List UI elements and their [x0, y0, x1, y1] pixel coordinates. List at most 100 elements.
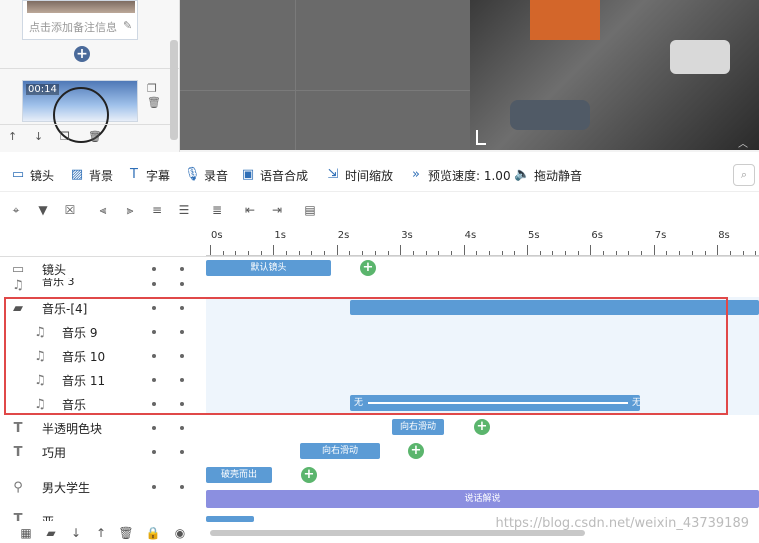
move-up-icon[interactable]: ↑	[8, 130, 17, 143]
car-shape	[510, 100, 590, 130]
ruler-label: 4s	[464, 230, 477, 241]
ruler-minor-tick	[349, 251, 351, 255]
preview-speed-button[interactable]: » 预览速度: 1.00	[408, 158, 511, 192]
duplicate-icon[interactable]: ❐	[60, 130, 70, 143]
distribute-icon[interactable]: ☰	[176, 202, 192, 218]
notes-icon[interactable]: ▤	[302, 202, 318, 218]
lens-button[interactable]: ▭ 镜头	[10, 158, 54, 192]
ruler-minor-tick	[387, 251, 389, 255]
tts-button[interactable]: ▣ 语音合成	[240, 158, 308, 192]
record-button[interactable]: 🎙 录音	[184, 158, 228, 192]
delete-icon[interactable]: 🗑	[147, 96, 161, 109]
align-center-icon[interactable]: ≡	[149, 202, 165, 218]
thumbnail-caption[interactable]: 点击添加备注信息	[29, 19, 117, 35]
ruler-minor-tick	[514, 251, 516, 255]
drag-mute-label: 拖动静音	[534, 168, 583, 183]
drag-mute-button[interactable]: 🔈 拖动静音	[514, 158, 582, 192]
add-keyframe-icon[interactable]: +	[360, 260, 376, 276]
subtitle-button[interactable]: T 字幕	[126, 158, 170, 192]
lock-icon[interactable]: 🔒	[145, 525, 161, 541]
slide-right-clip-2[interactable]: 向右滑动	[300, 443, 380, 459]
trash-icon[interactable]: 🗑	[88, 130, 102, 143]
align-left-icon[interactable]: ⫷	[95, 202, 111, 218]
background-button[interactable]: ▨ 背景	[69, 158, 113, 192]
thumbnail-image	[27, 1, 135, 13]
editor-canvas[interactable]	[180, 0, 470, 150]
shrink-icon[interactable]: ⇤	[242, 202, 258, 218]
search-icon[interactable]: ⌕	[733, 164, 755, 186]
visibility-dot[interactable]	[152, 485, 156, 489]
lock-dot[interactable]	[180, 485, 184, 489]
default-lens-clip[interactable]: 默认镜头	[206, 260, 331, 276]
track-male-student[interactable]: ⚲ 男大学生	[0, 467, 206, 507]
filter-icon[interactable]: ▼	[35, 202, 51, 218]
ruler-major-tick	[527, 245, 528, 255]
ruler-minor-tick	[742, 251, 744, 255]
align-right-icon[interactable]: ⫸	[122, 202, 138, 218]
ruler-minor-tick	[565, 251, 567, 255]
track-lens[interactable]: ▭ 镜头	[0, 259, 206, 279]
break-out-clip[interactable]: 破壳而出	[206, 467, 272, 483]
scene-thumbnail-2[interactable]: 00:14	[22, 80, 138, 143]
track-label: 男大学生	[42, 480, 91, 495]
track-partial[interactable]: T 亚	[0, 511, 206, 522]
visibility-dot[interactable]	[152, 426, 156, 430]
ruler-major-tick	[210, 245, 211, 255]
speak-clip[interactable]: 说话解说	[206, 490, 759, 508]
folder-icon[interactable]: ▰	[43, 525, 59, 541]
expand-icon[interactable]: ⇥	[269, 202, 285, 218]
lock-dot[interactable]	[180, 282, 184, 286]
time-ruler[interactable]: 0s 1s 2s 3s 4s 5s 6s 7s 8s	[206, 228, 759, 256]
ruler-label: 6s	[591, 230, 603, 241]
add-keyframe-icon[interactable]: +	[474, 419, 490, 435]
lock-dot[interactable]	[180, 450, 184, 454]
visibility-dot[interactable]	[152, 450, 156, 454]
add-keyframe-icon[interactable]: +	[301, 467, 317, 483]
visibility-dot[interactable]	[152, 282, 156, 286]
move-down-icon[interactable]: ↓	[34, 130, 43, 143]
stack-icon[interactable]: ≣	[209, 202, 225, 218]
ruler-minor-tick	[412, 251, 414, 255]
scene-thumbnail-1[interactable]: 点击添加备注信息 ✎	[22, 0, 138, 40]
clear-filter-icon[interactable]: ☒	[62, 202, 78, 218]
ruler-minor-tick	[476, 251, 478, 255]
ruler-minor-tick	[450, 251, 452, 255]
lock-dot[interactable]	[180, 267, 184, 271]
ruler-minor-tick	[615, 251, 617, 255]
text-icon: T	[13, 420, 23, 436]
slide-right-clip-1[interactable]: 向右滑动	[392, 419, 444, 435]
time-scale-button[interactable]: ⇲ 时间缩放	[325, 158, 393, 192]
ruler-minor-tick	[603, 251, 605, 255]
align-toolbar: ⌖ ▼ ☒ ⫷ ⫸ ≡ ☰ ≣ ⇤ ⇥ ▤	[0, 198, 330, 224]
ruler-major-tick	[273, 245, 275, 255]
add-keyframe-icon[interactable]: +	[408, 443, 424, 459]
track-music-3[interactable]: ♫ 音乐 3	[0, 278, 206, 292]
edit-icon[interactable]: ✎	[123, 19, 132, 32]
ruler-label: 1s	[274, 230, 286, 241]
ruler-minor-tick	[260, 251, 262, 255]
ruler-minor-tick	[501, 251, 503, 255]
visibility-dot[interactable]	[152, 267, 156, 271]
eye-icon[interactable]: ◉	[172, 525, 188, 541]
track-translucent-block[interactable]: T 半透明色块	[0, 417, 206, 439]
copy-icon[interactable]: ❐	[147, 82, 157, 95]
track-qiaoyong[interactable]: T 巧用	[0, 441, 206, 463]
ruler-label: 8s	[718, 230, 730, 241]
ruler-label: 5s	[528, 230, 540, 241]
add-image-icon[interactable]: ▦	[18, 525, 34, 541]
scene-toolbar: ↑ ↓ ❐ 🗑	[0, 124, 170, 150]
locate-icon[interactable]: ⌖	[8, 202, 24, 218]
move-down-icon[interactable]: ↓	[68, 525, 84, 541]
partial-clip[interactable]	[206, 516, 254, 522]
move-up-icon[interactable]: ↑	[93, 525, 109, 541]
bus-shape	[530, 0, 600, 40]
text-icon: T	[13, 511, 23, 522]
add-scene-icon[interactable]: +	[74, 46, 90, 62]
collapse-icon[interactable]: ︿	[738, 135, 756, 150]
ruler-minor-tick	[691, 251, 693, 255]
scene-scrollbar[interactable]	[170, 40, 178, 140]
divider	[0, 68, 180, 69]
lock-dot[interactable]	[180, 426, 184, 430]
trash-icon[interactable]: 🗑	[118, 525, 134, 541]
ruler-major-tick	[717, 245, 719, 255]
